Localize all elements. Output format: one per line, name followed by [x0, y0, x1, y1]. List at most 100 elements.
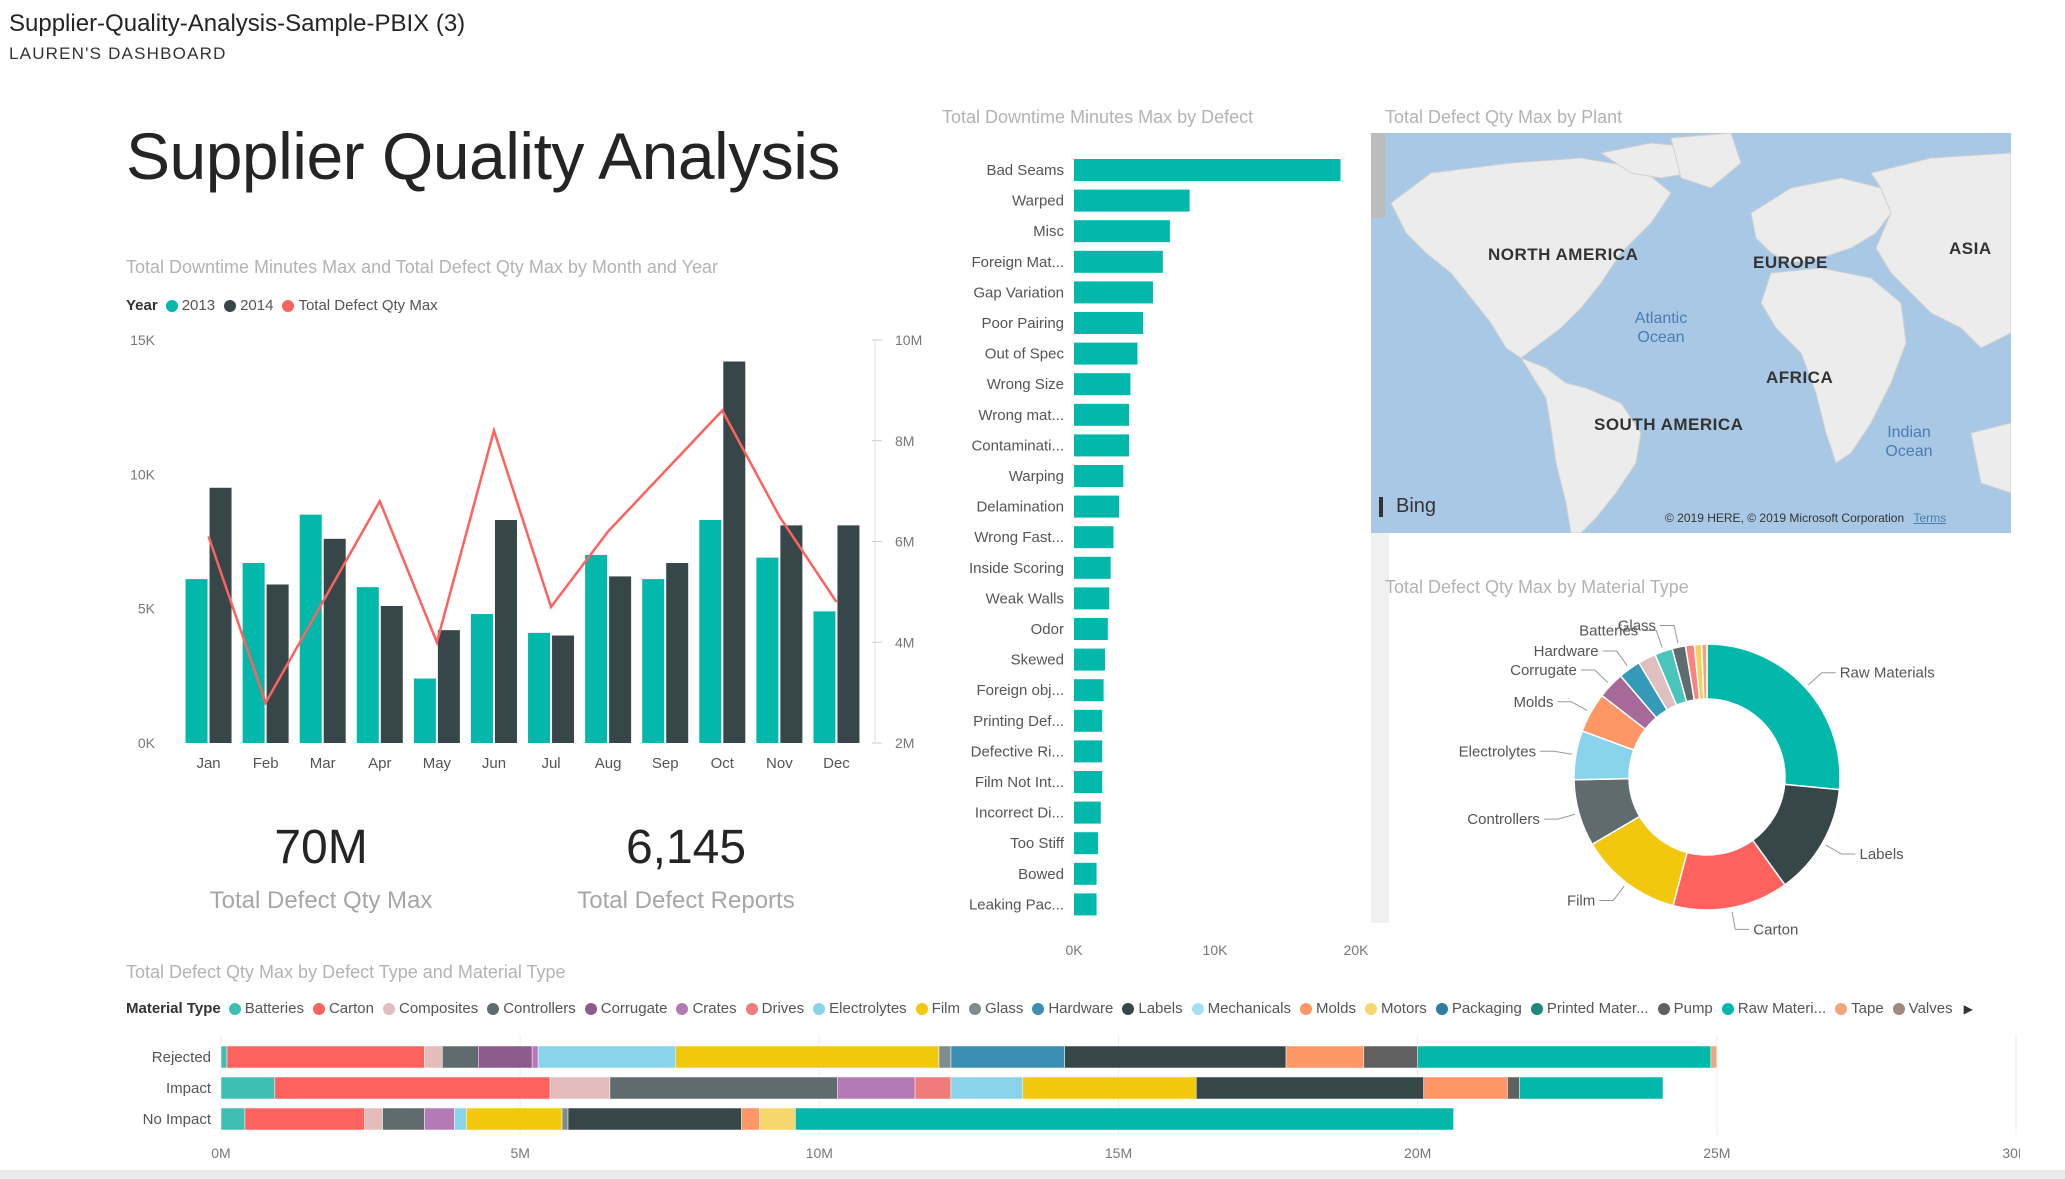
defect-bar: [1074, 159, 1341, 181]
legend-item[interactable]: Labels: [1122, 1000, 1183, 1017]
legend-item[interactable]: Molds: [1299, 1000, 1356, 1017]
defect-bar: [1074, 648, 1106, 671]
legend-item[interactable]: Drives: [745, 1000, 804, 1017]
defect-label: Foreign obj...: [976, 682, 1064, 699]
legend-item[interactable]: Carton: [312, 1000, 374, 1017]
map-label-asia: ASIA: [1949, 239, 1992, 258]
legend-item[interactable]: Corrugate: [584, 1000, 667, 1017]
stacked-segment: [938, 1045, 952, 1069]
bar-2014-jun: [494, 520, 517, 743]
stacked-segment: [1022, 1076, 1197, 1100]
legend-item[interactable]: Controllers: [487, 1000, 576, 1017]
donut-leader-line: [1580, 669, 1609, 683]
defect-bar: [1074, 281, 1153, 304]
bing-logo[interactable]: Bing: [1379, 495, 1436, 518]
map-scroll-handle[interactable]: [1371, 133, 1385, 218]
bar-2013-may: [413, 678, 436, 743]
stacked-segment: [741, 1107, 760, 1131]
defect-bar: [1074, 250, 1163, 273]
legend-item[interactable]: Printed Mater...: [1530, 1000, 1649, 1017]
stacked-segment: [220, 1076, 276, 1100]
bottom-bar: [0, 1170, 2065, 1179]
defect-label: Bad Seams: [986, 162, 1064, 179]
stacked-bar-chart[interactable]: 0M 5M 10M 15M 20M 25M 30M Rejected Impact No Impa…: [120, 1035, 2020, 1170]
map-label-africa: AFRICA: [1766, 368, 1834, 387]
map-terms-link[interactable]: Terms: [1913, 511, 1946, 525]
defect-bar: [1074, 342, 1138, 365]
map-label-indian-ocean: Indian Ocean: [1885, 424, 1933, 460]
legend-item[interactable]: Hardware: [1032, 1000, 1113, 1017]
combo-chart[interactable]: 15K 10K 5K 0K 10M 8M 6M 4M 2M Jan Feb Mar Apr May Jun J…: [110, 320, 930, 780]
plant-map[interactable]: NORTH AMERICA EUROPE ASIA AFRICA SOUTH A…: [1371, 133, 2011, 533]
x-tick-label: Jan: [196, 755, 220, 772]
stacked-segment: [244, 1107, 365, 1131]
defect-bar: [1074, 862, 1097, 885]
legend-item[interactable]: Batteries: [228, 1000, 304, 1017]
legend-label: Mechanicals: [1207, 1000, 1291, 1017]
defect-bar: [1074, 740, 1103, 763]
x-tick-label: 5M: [510, 1145, 529, 1161]
kpi-defect-qty-label: Total Defect Qty Max: [209, 887, 433, 914]
bar-2013-jan: [185, 579, 208, 743]
defect-bar-chart[interactable]: Bad Seams Warped Misc Foreign Mat... Gap Var…: [930, 150, 1390, 960]
legend-item[interactable]: Pump: [1657, 1000, 1713, 1017]
bar-2014-aug: [609, 576, 632, 743]
stacked-segment: [442, 1045, 479, 1069]
legend-item-2014[interactable]: 2014: [224, 297, 273, 314]
bar-2014-dec: [837, 525, 860, 743]
stacked-segment: [478, 1045, 533, 1069]
legend-item[interactable]: Crates: [676, 1000, 737, 1017]
legend-next-arrow-icon[interactable]: ▶: [1964, 1002, 1973, 1016]
donut-leader-line: [1825, 844, 1856, 855]
stacked-segment: [609, 1076, 838, 1100]
legend-item[interactable]: Valves: [1892, 1000, 1953, 1017]
legend-item[interactable]: Composites: [383, 1000, 478, 1017]
legend-item[interactable]: Raw Materi...: [1721, 1000, 1826, 1017]
legend-item[interactable]: Glass: [969, 1000, 1023, 1017]
donut-chart[interactable]: Raw Materials Labels Carton Film Controllers…: [1390, 600, 2010, 940]
stacked-chart-title: Total Defect Qty Max by Defect Type and …: [126, 962, 566, 982]
y-tick-label: 15K: [130, 332, 156, 348]
legend-item[interactable]: Film: [915, 1000, 960, 1017]
stacked-chart-legend[interactable]: Material Type Batteries Carton Composites Co…: [126, 1000, 1973, 1017]
bar-2013-jul: [528, 632, 551, 743]
y-tick-label: 0K: [138, 735, 156, 751]
bar-2013-dec: [813, 611, 836, 743]
donut-label: Film: [1567, 892, 1595, 909]
defect-bar: [1074, 189, 1190, 212]
legend-item-2013[interactable]: 2013: [165, 297, 215, 314]
legend-dot: [969, 1002, 981, 1015]
legend-item[interactable]: Tape: [1835, 1000, 1884, 1017]
bar-2013-sep: [642, 579, 665, 743]
bar-2014-sep: [666, 562, 689, 743]
category-label: No Impact: [143, 1111, 212, 1128]
y2-tick-label: 2M: [895, 735, 914, 751]
x-tick-label: 20M: [1404, 1145, 1431, 1161]
defect-label: Weak Walls: [986, 590, 1064, 607]
combo-chart-legend[interactable]: Year 2013 2014 Total Defect Qty Max: [126, 297, 447, 314]
stacked-segment: [561, 1107, 569, 1131]
y2-tick-label: 6M: [895, 534, 914, 550]
bar-2014-nov: [780, 525, 803, 743]
donut-leader-line: [1808, 672, 1836, 686]
legend-item[interactable]: Packaging: [1435, 1000, 1522, 1017]
defect-bar: [1074, 495, 1120, 518]
legend-item[interactable]: Electrolytes: [813, 1000, 907, 1017]
legend-dot: [312, 1002, 325, 1015]
x-tick-label: Oct: [711, 755, 735, 772]
stacked-segment: [424, 1107, 455, 1131]
x-tick-label: Apr: [368, 755, 391, 772]
y2-tick-label: 4M: [895, 634, 914, 650]
stacked-segment: [914, 1076, 952, 1100]
kpi-defect-reports-value: 6,145: [625, 821, 747, 874]
y-tick-label: 5K: [138, 601, 156, 617]
stacked-segment: [549, 1076, 611, 1100]
defect-bar: [1074, 526, 1114, 549]
legend-item-total-defect[interactable]: Total Defect Qty Max: [282, 297, 438, 314]
legend-dot: [1435, 1002, 1448, 1015]
legend-dot: [745, 1002, 758, 1015]
legend-title: Material Type: [126, 1000, 221, 1017]
legend-item[interactable]: Mechanicals: [1191, 1000, 1291, 1017]
x-tick-label: 10M: [806, 1145, 833, 1161]
legend-item[interactable]: Motors: [1364, 1000, 1427, 1017]
